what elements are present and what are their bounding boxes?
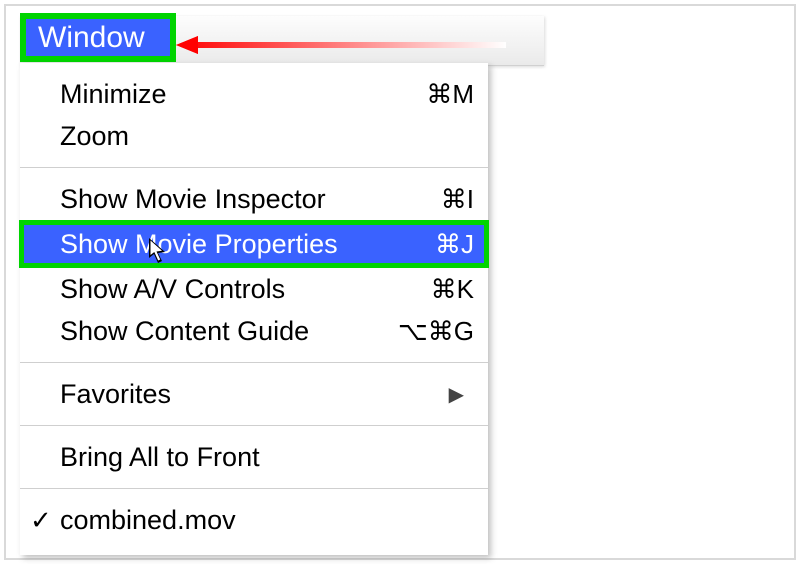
menu-item-label: Zoom <box>60 121 384 152</box>
menu-item-label: combined.mov <box>60 505 474 536</box>
submenu-arrow-icon: ▶ <box>449 382 464 407</box>
window-menu-dropdown: Minimize ⌘M Zoom Show Movie Inspector ⌘I… <box>20 63 488 555</box>
menu-separator <box>20 488 488 489</box>
menu-item-shortcut: ⌘I <box>384 184 474 215</box>
menu-separator <box>20 425 488 426</box>
menu-item-show-av-controls[interactable]: Show A/V Controls ⌘K <box>20 268 488 310</box>
menu-item-label: Show Movie Inspector <box>60 184 384 215</box>
menu-item-show-content-guide[interactable]: Show Content Guide ⌥⌘G <box>20 310 488 352</box>
menu-separator <box>20 362 488 363</box>
menu-item-shortcut: ⌘J <box>384 229 474 260</box>
menu-item-shortcut: ⌥⌘G <box>384 316 474 347</box>
menu-item-label: Minimize <box>60 79 384 110</box>
menu-item-label: Show A/V Controls <box>60 274 384 305</box>
menu-item-label: Show Content Guide <box>60 316 384 347</box>
menubar: Window <box>20 16 544 66</box>
menu-item-document-window[interactable]: ✓ combined.mov <box>20 499 488 541</box>
menu-item-label: Favorites <box>60 379 449 410</box>
menu-item-bring-all-to-front[interactable]: Bring All to Front <box>20 436 488 478</box>
screenshot-frame: Window Minimize ⌘M Zoom Show Movie Inspe… <box>4 4 796 560</box>
menu-item-favorites[interactable]: Favorites ▶ <box>20 373 488 415</box>
menu-item-show-movie-properties[interactable]: Show Movie Properties ⌘J <box>24 225 484 263</box>
menu-title-window[interactable]: Window <box>26 19 170 56</box>
highlight-box-window-menu: Window <box>20 13 176 62</box>
menu-item-label: Bring All to Front <box>60 442 474 473</box>
menu-separator <box>20 167 488 168</box>
menu-item-label: Show Movie Properties <box>60 229 384 260</box>
menu-item-zoom[interactable]: Zoom <box>20 115 488 157</box>
menu-item-shortcut: ⌘K <box>384 274 474 305</box>
menu-item-show-movie-inspector[interactable]: Show Movie Inspector ⌘I <box>20 178 488 220</box>
menu-item-minimize[interactable]: Minimize ⌘M <box>20 73 488 115</box>
menu-item-shortcut: ⌘M <box>384 79 474 110</box>
highlight-box-show-movie-properties: Show Movie Properties ⌘J <box>19 220 489 268</box>
checkmark-icon: ✓ <box>30 505 52 536</box>
